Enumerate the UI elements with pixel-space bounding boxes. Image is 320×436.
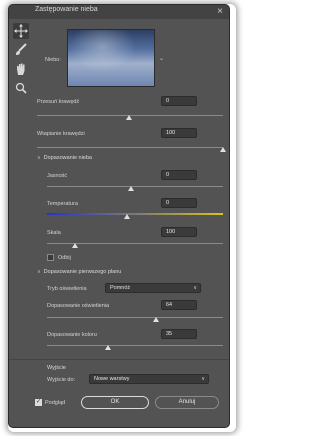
color-adjust-label: Dopasowanie koloru: [47, 332, 97, 338]
move-tool-icon[interactable]: [13, 23, 29, 39]
temperature-field[interactable]: 0: [161, 198, 197, 208]
sky-adjustments-title: Dopasowanie nieba: [43, 155, 92, 161]
sky-adjustments-header[interactable]: ∨ Dopasowanie nieba: [37, 155, 92, 161]
fade-edge-slider[interactable]: [37, 147, 223, 148]
fade-edge-label: Wtapianie krawędzi: [37, 131, 85, 137]
foreground-adjustments-title: Dopasowanie pierwszego planu: [43, 269, 122, 275]
sky-preview-thumbnail[interactable]: [67, 29, 155, 87]
chevron-down-icon: ∨: [201, 376, 205, 382]
scale-label: Skala: [47, 230, 61, 236]
divider: [9, 359, 229, 360]
brush-tool-icon[interactable]: [13, 42, 29, 58]
color-adjust-slider[interactable]: [47, 345, 223, 346]
shift-edge-slider-thumb[interactable]: [126, 115, 132, 120]
color-adjust-field[interactable]: 35: [161, 329, 197, 339]
hand-tool-icon[interactable]: [13, 61, 29, 77]
ok-button[interactable]: OK: [81, 396, 149, 409]
flip-checkbox[interactable]: [47, 254, 54, 261]
sky-label: Niebo:: [45, 57, 61, 63]
output-to-label: Wyjście do:: [47, 377, 76, 383]
foreground-adjustments-header[interactable]: ∨ Dopasowanie pierwszego planu: [37, 269, 121, 275]
lighting-mode-label: Tryb oświetlenia: [47, 286, 87, 292]
scale-slider-thumb[interactable]: [72, 243, 78, 248]
brightness-slider-thumb[interactable]: [128, 186, 134, 191]
preview-checkbox[interactable]: [35, 398, 42, 406]
lighting-adjust-label: Dopasowanie oświetlenia: [47, 303, 110, 309]
dialog-title: Zastępowanie nieba: [35, 6, 98, 13]
fade-edge-field[interactable]: 100: [161, 128, 197, 138]
preview-label: Podgląd: [45, 400, 66, 406]
scale-field[interactable]: 100: [161, 227, 197, 237]
flip-label: Odbij: [58, 255, 71, 261]
lighting-mode-value: Pomnóż: [110, 285, 131, 291]
shift-edge-field[interactable]: 0: [161, 96, 197, 106]
temperature-gradient-slider[interactable]: [47, 213, 223, 215]
lighting-adjust-field[interactable]: 64: [161, 300, 197, 310]
color-adjust-slider-thumb[interactable]: [105, 345, 111, 350]
sky-replacement-dialog: Zastępowanie nieba × Niebo: ⌄ Przesuń kr…: [8, 4, 230, 428]
lighting-mode-select[interactable]: Pomnóż ∨: [105, 283, 201, 293]
brightness-field[interactable]: 0: [161, 170, 197, 180]
chevron-down-icon: ∨: [37, 155, 41, 161]
lighting-adjust-slider-thumb[interactable]: [153, 317, 159, 322]
temperature-label: Temperatura: [47, 201, 78, 207]
fade-edge-slider-thumb[interactable]: [220, 147, 226, 152]
chevron-down-icon: ∨: [37, 269, 41, 275]
zoom-tool-icon[interactable]: [13, 80, 29, 96]
brightness-slider[interactable]: [47, 186, 223, 187]
shift-edge-label: Przesuń krawędź: [37, 99, 80, 105]
chevron-down-icon: ∨: [193, 285, 197, 291]
output-to-select[interactable]: Nowe warstwy ∨: [89, 374, 209, 384]
title-bar[interactable]: Zastępowanie nieba ×: [9, 5, 229, 19]
close-icon[interactable]: ×: [217, 5, 223, 19]
output-header: Wyjście: [47, 365, 66, 371]
temperature-slider-thumb[interactable]: [124, 214, 130, 219]
tool-panel: [11, 23, 31, 99]
cancel-button[interactable]: Anuluj: [155, 396, 219, 409]
lighting-adjust-slider[interactable]: [47, 317, 223, 318]
sky-dropdown-chevron-icon[interactable]: ⌄: [159, 55, 164, 62]
output-to-value: Nowe warstwy: [94, 376, 130, 382]
brightness-label: Jasność: [47, 173, 68, 179]
